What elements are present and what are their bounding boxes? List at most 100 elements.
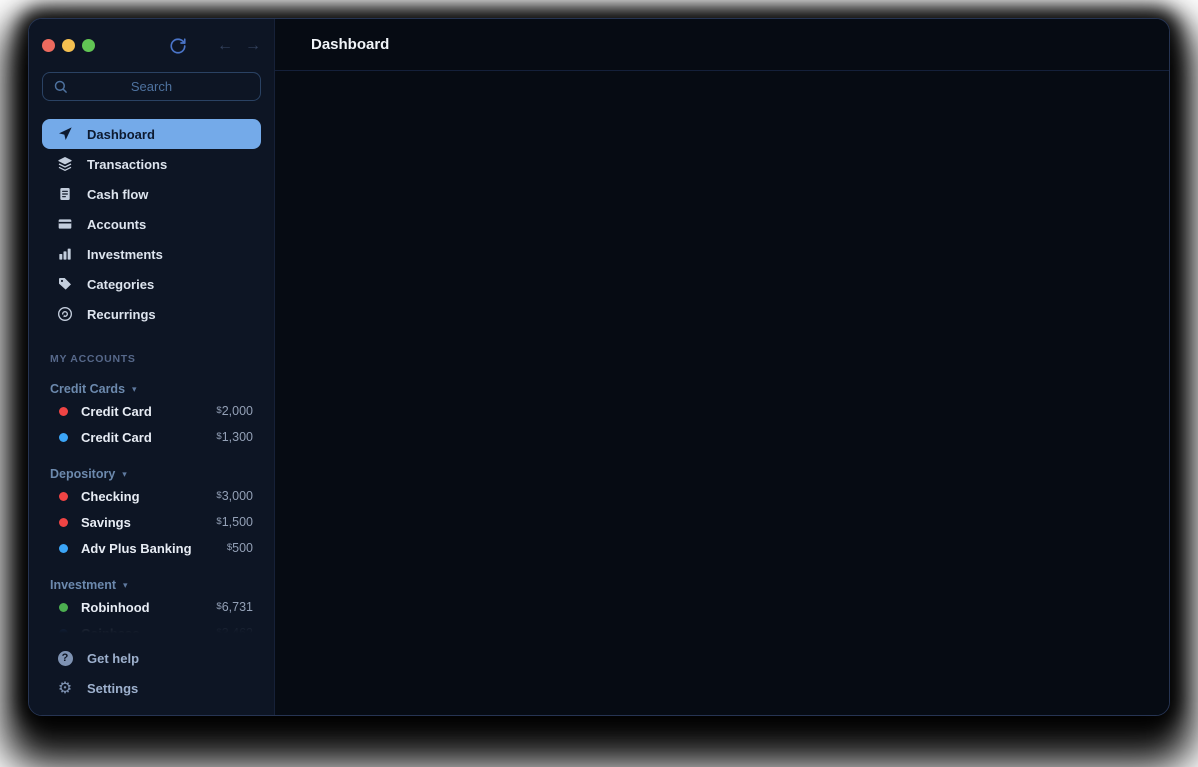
account-dot (59, 603, 68, 612)
traffic-lights (42, 39, 95, 52)
nav-label: Recurrings (87, 307, 156, 322)
gear-icon: ⚙ (57, 680, 73, 696)
sidebar-item-investments[interactable]: Investments (42, 239, 261, 269)
group-header-credit-cards[interactable]: Credit Cards ▾ (42, 380, 261, 398)
app-window: ← → Dashboard (28, 18, 1170, 716)
nav-label: Transactions (87, 157, 167, 172)
sidebar-footer: ? Get help ⚙ Settings (42, 643, 261, 703)
chevron-down-icon: ▾ (123, 580, 128, 591)
tag-icon (57, 276, 73, 292)
sidebar-item-transactions[interactable]: Transactions (42, 149, 261, 179)
my-accounts-section: MY ACCOUNTS Credit Cards ▾ Credit Card $… (42, 349, 261, 637)
footer-label: Get help (87, 651, 139, 666)
currency-symbol: $ (216, 601, 221, 612)
titlebar-actions: ← → (169, 37, 261, 55)
group-name: Investment (50, 578, 116, 592)
nav-label: Categories (87, 277, 154, 292)
footer-label: Settings (87, 681, 138, 696)
account-dot (59, 433, 68, 442)
account-dot (59, 518, 68, 527)
sidebar-item-categories[interactable]: Categories (42, 269, 261, 299)
forward-arrow-icon[interactable]: → (245, 38, 261, 54)
account-balance: $3,462 (216, 626, 253, 637)
amount: 500 (232, 541, 253, 555)
account-group-depository: Depository ▾ Checking $3,000 Savings $1,… (42, 465, 261, 561)
group-header-investment[interactable]: Investment ▾ (42, 576, 261, 594)
nav-label: Investments (87, 247, 163, 262)
group-header-depository[interactable]: Depository ▾ (42, 465, 261, 483)
account-row[interactable]: Robinhood $6,731 (42, 594, 261, 620)
group-name: Credit Cards (50, 382, 125, 396)
nav-label: Dashboard (87, 127, 155, 142)
nav-label: Cash flow (87, 187, 148, 202)
currency-symbol: $ (216, 431, 221, 442)
credit-card-icon (57, 216, 73, 232)
currency-symbol: $ (216, 627, 221, 637)
page-title: Dashboard (311, 36, 389, 53)
search-box (42, 72, 261, 101)
account-row[interactable]: Credit Card $2,000 (42, 398, 261, 424)
currency-symbol: $ (216, 490, 221, 501)
minimize-window-button[interactable] (62, 39, 75, 52)
bar-chart-icon (57, 246, 73, 262)
account-name: Coinbase (81, 626, 140, 638)
amount: 2,000 (222, 404, 253, 418)
my-accounts-heading: MY ACCOUNTS (42, 349, 261, 365)
layers-icon (57, 156, 73, 172)
amount: 1,300 (222, 430, 253, 444)
account-dot (59, 544, 68, 553)
nav-label: Accounts (87, 217, 146, 232)
account-balance: $1,500 (216, 515, 253, 529)
refresh-icon[interactable] (169, 37, 187, 55)
sidebar-item-recurrings[interactable]: Recurrings (42, 299, 261, 329)
sidebar-nav: Dashboard Transactions (42, 119, 261, 329)
sidebar-item-cashflow[interactable]: Cash flow (42, 179, 261, 209)
account-balance: $2,000 (216, 404, 253, 418)
account-name: Adv Plus Banking (81, 541, 192, 556)
account-row[interactable]: Adv Plus Banking $500 (42, 535, 261, 561)
close-window-button[interactable] (42, 39, 55, 52)
account-balance: $3,000 (216, 489, 253, 503)
account-dot (59, 629, 68, 638)
sidebar-item-accounts[interactable]: Accounts (42, 209, 261, 239)
repeat-icon (57, 306, 73, 322)
help-icon: ? (57, 650, 73, 666)
account-row[interactable]: Coinbase $3,462 (42, 620, 261, 637)
sidebar: ← → Dashboard (29, 19, 275, 715)
get-help-button[interactable]: ? Get help (42, 643, 261, 673)
account-balance: $500 (227, 541, 253, 555)
amount: 3,462 (222, 626, 253, 637)
window-titlebar: ← → (29, 19, 274, 72)
sidebar-item-dashboard[interactable]: Dashboard (42, 119, 261, 149)
search-icon (53, 79, 68, 94)
amount: 3,000 (222, 489, 253, 503)
account-name: Credit Card (81, 404, 152, 419)
amount: 1,500 (222, 515, 253, 529)
account-name: Checking (81, 489, 140, 504)
account-row[interactable]: Checking $3,000 (42, 483, 261, 509)
back-arrow-icon[interactable]: ← (217, 38, 233, 54)
account-name: Savings (81, 515, 131, 530)
search-input[interactable] (42, 72, 261, 101)
account-row[interactable]: Savings $1,500 (42, 509, 261, 535)
main-header: Dashboard (275, 19, 1169, 71)
account-row[interactable]: Credit Card $1,300 (42, 424, 261, 450)
main-content (275, 71, 1169, 715)
amount: 6,731 (222, 600, 253, 614)
currency-symbol: $ (216, 405, 221, 416)
currency-symbol: $ (216, 516, 221, 527)
settings-button[interactable]: ⚙ Settings (42, 673, 261, 703)
main-area: Dashboard (275, 19, 1169, 715)
account-dot (59, 492, 68, 501)
account-dot (59, 407, 68, 416)
account-group-credit-cards: Credit Cards ▾ Credit Card $2,000 Credit… (42, 380, 261, 450)
account-name: Robinhood (81, 600, 150, 615)
account-balance: $1,300 (216, 430, 253, 444)
account-group-investment: Investment ▾ Robinhood $6,731 Coinbase $… (42, 576, 261, 637)
navigation-icon (57, 126, 73, 142)
account-balance: $6,731 (216, 600, 253, 614)
zoom-window-button[interactable] (82, 39, 95, 52)
chevron-down-icon: ▾ (132, 384, 137, 395)
account-name: Credit Card (81, 430, 152, 445)
currency-symbol: $ (227, 542, 232, 553)
